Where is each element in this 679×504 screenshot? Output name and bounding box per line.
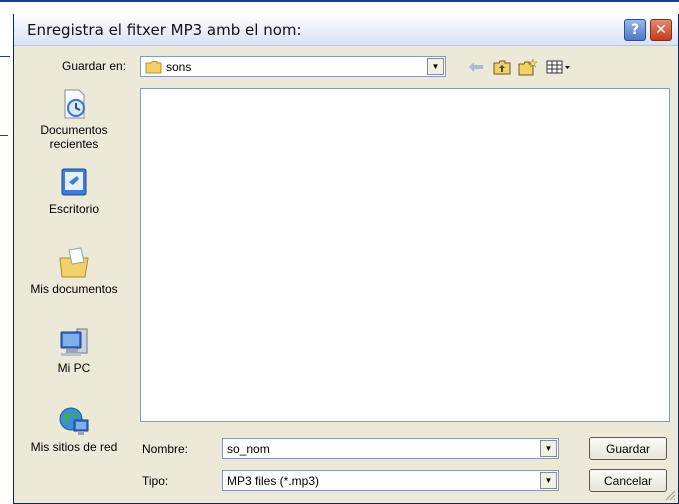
help-glyph: ? — [630, 22, 640, 38]
places-bar: Documentos recientes Escritorio Mis docu… — [14, 84, 134, 468]
network-places-icon — [57, 404, 91, 438]
title-bar[interactable]: Enregistra el fitxer MP3 amb el nom: ? ✕ — [14, 14, 678, 46]
dialog-title: Enregistra el fitxer MP3 amb el nom: — [27, 21, 302, 39]
resize-grip-icon[interactable] — [664, 489, 676, 501]
save-in-value: sons — [166, 60, 192, 74]
new-folder-icon[interactable] — [518, 57, 538, 77]
file-type-value: MP3 files (*.mp3) — [227, 474, 320, 488]
my-computer-icon — [57, 325, 91, 359]
folder-icon — [145, 60, 163, 77]
file-list-view[interactable] — [140, 88, 670, 422]
cancel-button[interactable]: Cancelar — [589, 469, 667, 492]
place-label: Mi PC — [57, 361, 91, 375]
place-label: Escritorio — [48, 202, 99, 216]
save-button[interactable]: Guardar — [589, 437, 667, 460]
close-glyph: ✕ — [655, 22, 667, 38]
chevron-down-icon[interactable]: ▼ — [540, 472, 557, 489]
name-label: Nombre: — [142, 442, 189, 456]
desktop-icon — [57, 166, 91, 200]
help-icon[interactable]: ? — [624, 19, 646, 41]
background-window-line — [0, 56, 10, 57]
type-label: Tipo: — [142, 474, 169, 488]
place-recent-documents[interactable]: Documentos recientes — [14, 87, 134, 151]
close-icon[interactable]: ✕ — [650, 19, 672, 41]
recent-documents-icon — [57, 87, 91, 121]
place-desktop[interactable]: Escritorio — [14, 166, 134, 216]
back-arrow-icon[interactable] — [466, 57, 486, 77]
place-label: Mis documentos — [30, 282, 118, 296]
save-file-dialog: Enregistra el fitxer MP3 amb el nom: ? ✕… — [13, 14, 679, 504]
place-label: Mis sitios de red — [30, 440, 118, 454]
file-name-input[interactable]: so_nom ▼ — [222, 438, 559, 459]
up-folder-icon[interactable] — [492, 57, 512, 77]
file-type-dropdown[interactable]: MP3 files (*.mp3) ▼ — [222, 470, 559, 491]
place-network-places[interactable]: Mis sitios de red — [14, 404, 134, 454]
save-in-dropdown[interactable]: sons ▼ — [140, 56, 446, 77]
chevron-down-icon[interactable]: ▼ — [540, 440, 557, 457]
save-in-label: Guardar en: — [62, 59, 127, 73]
views-menu-icon[interactable] — [544, 57, 574, 77]
background-window-edge — [0, 0, 679, 2]
chevron-down-icon[interactable]: ▼ — [427, 58, 444, 75]
background-window-line — [0, 135, 8, 136]
file-name-value: so_nom — [227, 442, 270, 456]
place-label: Documentos recientes — [40, 123, 108, 151]
place-my-computer[interactable]: Mi PC — [14, 325, 134, 375]
place-my-documents[interactable]: Mis documentos — [14, 246, 134, 296]
my-documents-icon — [57, 246, 91, 280]
